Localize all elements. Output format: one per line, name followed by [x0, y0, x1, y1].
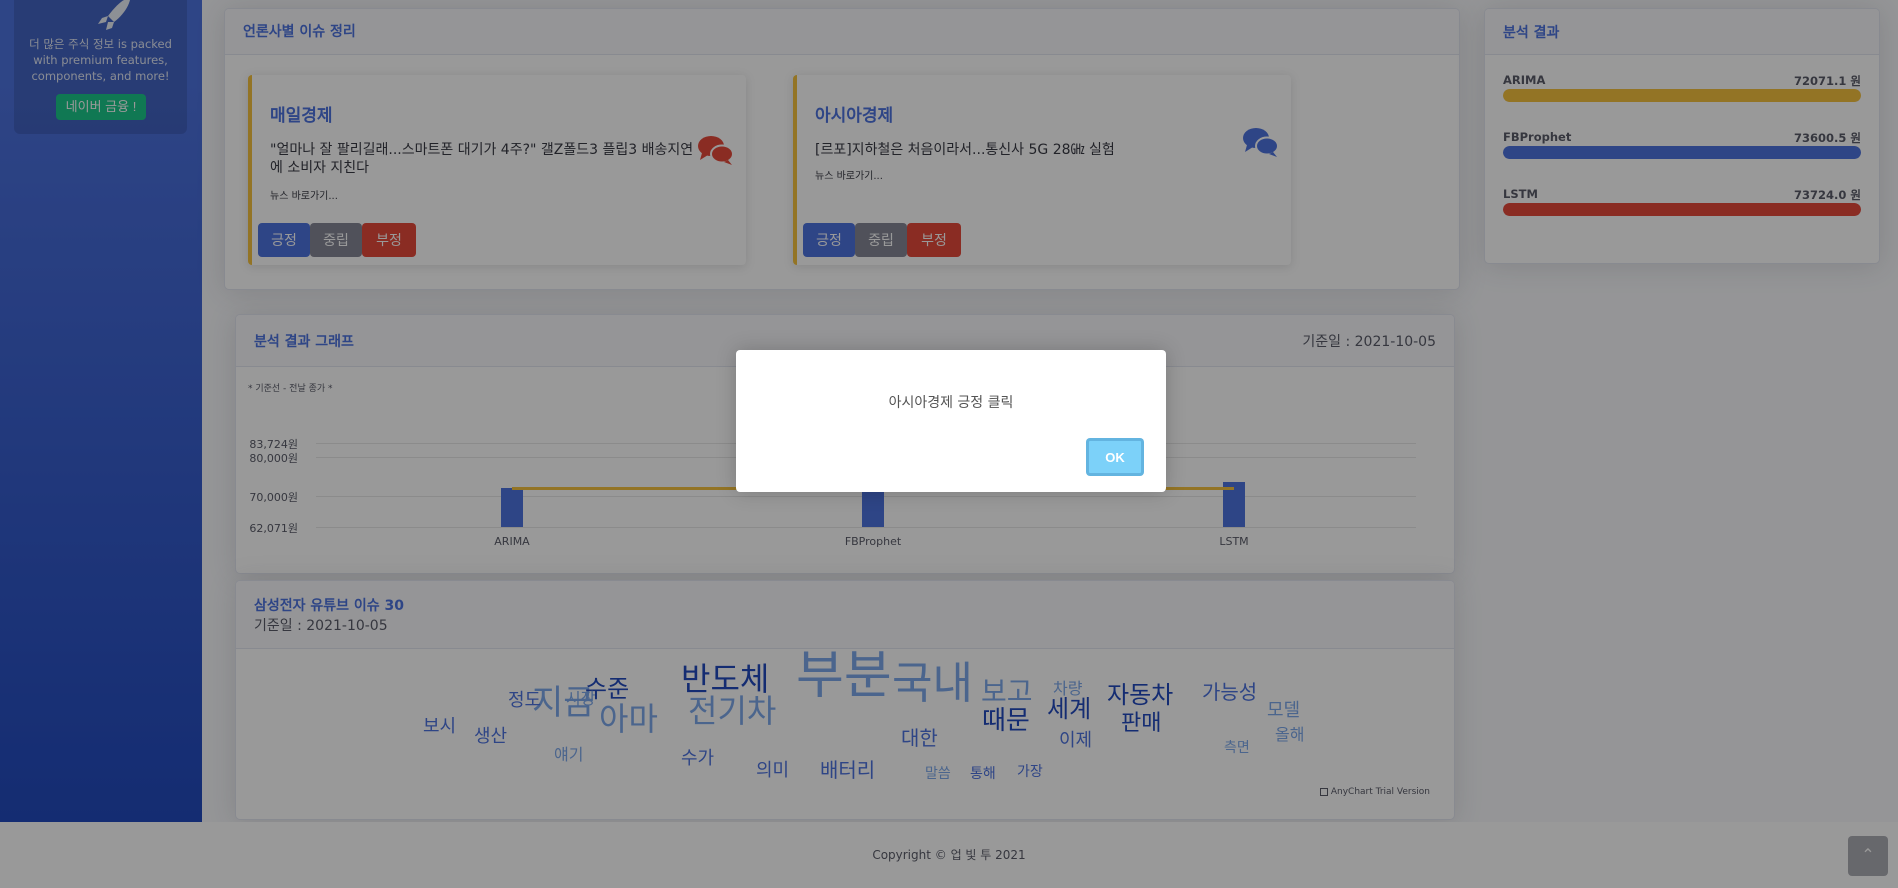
alert-modal: 아시아경제 긍정 클릭 OK	[736, 350, 1166, 492]
alert-message: 아시아경제 긍정 클릭	[888, 395, 1014, 411]
ok-button[interactable]: OK	[1086, 438, 1144, 476]
